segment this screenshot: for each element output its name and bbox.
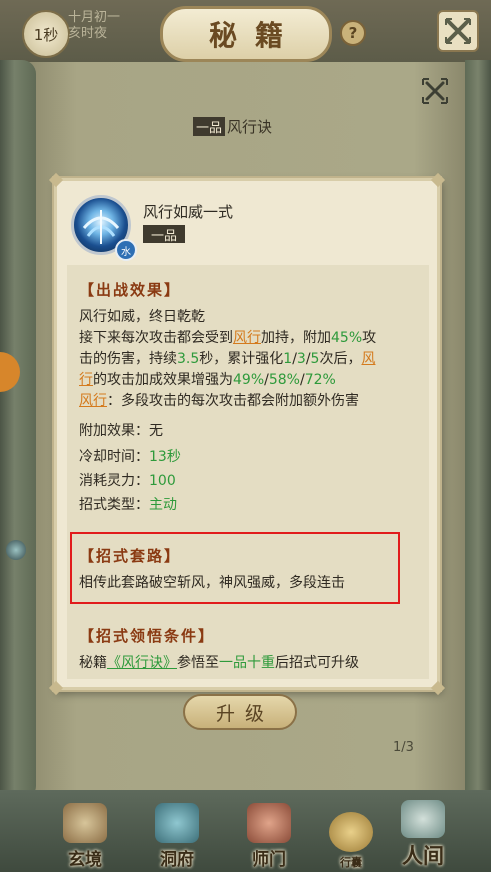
dongfu-icon — [155, 803, 199, 843]
effect-line: 风行如威，终日乾乾 — [79, 309, 205, 325]
condition-part: 参悟至 — [177, 655, 219, 671]
stat-value: 13秒 — [149, 449, 181, 465]
effect-value: 58% — [268, 372, 300, 388]
skill-detail-panel: 水 风行如威一式 一品 【出战效果】 风行如威，终日乾乾 接下来每次攻击都会受到… — [48, 172, 446, 696]
type-row: 招式类型：主动 — [79, 495, 177, 515]
condition-value: 一品十重 — [219, 655, 275, 671]
nav-label: 行囊 — [340, 856, 362, 869]
bag-icon — [329, 812, 373, 852]
game-date: 十月初一 亥时夜 — [68, 10, 120, 42]
effect-value: 49% — [233, 372, 265, 388]
nav-xingnang[interactable]: 行囊 — [316, 800, 386, 870]
effect-value: 3.5 — [177, 351, 200, 367]
book-grade-tag: 一品 — [193, 116, 226, 136]
element-badge: 水 — [115, 239, 137, 261]
nav-label: 人间 — [402, 843, 444, 868]
close-icon — [422, 78, 448, 104]
stat-label: 招式类型： — [79, 497, 149, 513]
stat-value: 主动 — [149, 497, 177, 513]
book-tab[interactable]: 一品 风行诀 — [193, 114, 291, 138]
effect-text: ：多段攻击的每次攻击都会附加额外伤害 — [107, 393, 359, 409]
effect-line: 接下来每次攻击都会受到风行加持，附加45%攻 — [79, 328, 376, 348]
date-line-2: 亥时夜 — [68, 26, 108, 41]
stat-value: 100 — [149, 473, 176, 489]
nav-dongfu[interactable]: 洞府 — [142, 800, 212, 870]
battle-effect-title: 【出战效果】 — [79, 281, 182, 299]
effect-text: 接下来每次攻击都会受到 — [79, 330, 233, 346]
close-icon — [445, 18, 471, 44]
effect-value: 1 — [283, 351, 293, 367]
shimen-icon — [247, 803, 291, 843]
keyword-link[interactable]: 风 — [361, 351, 375, 367]
scroll-roller-left — [0, 60, 36, 800]
scroll-roller-right — [465, 60, 491, 800]
keyword-link[interactable]: 风行 — [233, 330, 261, 346]
cost-row: 消耗灵力：100 — [79, 471, 176, 491]
effect-value: 45% — [331, 330, 363, 346]
highlight-box — [70, 532, 400, 604]
renjian-icon — [401, 800, 445, 838]
nav-label: 玄境 — [68, 850, 102, 870]
keyword-link[interactable]: 风行 — [79, 393, 107, 409]
routine-text: 相传此套路破空斩风，神风强威，多段连击 — [79, 575, 345, 591]
effect-text: 加持，附加 — [261, 330, 331, 346]
routine-title: 【招式套路】 — [79, 547, 182, 565]
extra-effect-row: 附加效果：无 — [79, 421, 163, 441]
condition-text: 秘籍《风行诀》参悟至一品十重后招式可升级 — [79, 653, 359, 673]
timer-badge: 1秒 — [22, 10, 70, 58]
nav-xuanjing[interactable]: 玄境 — [50, 800, 120, 870]
skill-grade-tag: 一品 — [143, 225, 185, 244]
page-title: 秘籍 — [160, 6, 332, 62]
stat-label: 附加效果： — [79, 423, 149, 439]
stat-value: 无 — [149, 423, 163, 439]
effect-text: 攻 — [362, 330, 377, 346]
condition-title: 【招式领悟条件】 — [79, 627, 216, 645]
stat-label: 冷却时间： — [79, 449, 149, 465]
book-name: 风行诀 — [227, 117, 273, 136]
stat-label: 消耗灵力： — [79, 473, 149, 489]
nav-shimen[interactable]: 师门 — [234, 800, 304, 870]
effect-line: 击的伤害，持续3.5秒，累计强化1/3/5次后，风 — [79, 349, 375, 369]
inner-close-button[interactable] — [417, 74, 453, 108]
effect-value: 3 — [296, 351, 306, 367]
condition-part: 秘籍 — [79, 655, 107, 671]
close-button[interactable] — [437, 10, 479, 52]
upgrade-button[interactable]: 升级 — [183, 694, 297, 730]
effect-text: 的攻击加成效果增强为 — [93, 372, 233, 388]
book-link[interactable]: 《风行诀》 — [107, 655, 177, 671]
effect-text: 秒，累计强化 — [199, 351, 284, 367]
condition-part: 后招式可升级 — [275, 655, 359, 671]
effect-text: 击的伤害，持续 — [79, 351, 177, 367]
nav-renjian[interactable]: 人间 — [388, 800, 458, 870]
nav-label: 洞府 — [160, 850, 194, 870]
side-orb-icon — [6, 540, 26, 560]
nav-label: 师门 — [252, 850, 286, 870]
effect-value: 72% — [304, 372, 336, 388]
keyword-link[interactable]: 行 — [79, 372, 93, 388]
cooldown-row: 冷却时间：13秒 — [79, 447, 181, 467]
date-line-1: 十月初一 — [68, 10, 121, 25]
page-indicator: 1/3 — [393, 740, 414, 755]
help-button[interactable]: ? — [340, 20, 366, 46]
xuanjing-icon — [63, 803, 107, 843]
skill-name: 风行如威一式 — [143, 203, 234, 221]
effect-text: 次后， — [319, 351, 362, 367]
effect-line: 风行：多段攻击的每次攻击都会附加额外伤害 — [79, 391, 359, 411]
effect-line: 行的攻击加成效果增强为49%/58%/72% — [79, 370, 336, 390]
skill-description: 【出战效果】 风行如威，终日乾乾 接下来每次攻击都会受到风行加持，附加45%攻 … — [67, 265, 429, 679]
